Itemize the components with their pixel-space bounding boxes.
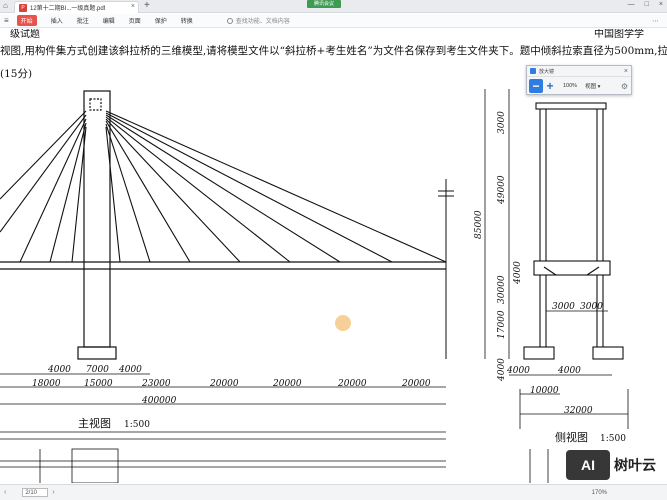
maximize-icon[interactable]: □ [645,1,649,8]
side-view [523,102,624,360]
prev-page-icon[interactable]: ‹ [4,489,6,496]
dim-front-6: 23000 [141,379,171,389]
tab-close-icon[interactable]: × [131,3,135,10]
tab-insert[interactable]: 插入 [51,16,63,25]
magnifier-close-icon[interactable]: × [624,68,628,75]
dim-v-5: 30000 [497,275,507,304]
dim-total: 400000 [141,396,177,406]
magnifier-panel[interactable]: 放大镜 × − + 100% 视图 ▾ ⚙ [526,65,632,95]
gear-icon[interactable]: ⚙ [621,82,628,91]
pylon-top-box [89,98,102,111]
foundation [77,346,117,360]
close-window-icon[interactable]: × [659,1,663,8]
dim-front-9: 20000 [337,379,367,389]
tab-annotate[interactable]: 批注 [77,16,89,25]
magnifier-logo-icon [530,68,536,74]
dim-front-1: 4000 [47,365,71,375]
tab-start[interactable]: 开始 [16,15,37,26]
menu-icon[interactable]: ≡ [4,16,9,25]
more-icon[interactable]: ⋯ [652,17,659,25]
document-canvas[interactable]: 级试题 中国图学学 视图,用构件集方式创建该斜拉桥的三维模型,请将模型文件以“斜… [0,29,667,483]
watermark-logo: AI [566,450,610,480]
cursor-highlight [335,315,351,331]
main-toolbar: ≡ 开始 插入 批注 编辑 页面 保护 转换 查找功能、文档内容 ⋯ [0,14,667,28]
dim-front-10: 20000 [401,379,431,389]
document-tab[interactable]: P 12第十二期BI...一级真题.pdf × [14,1,139,13]
dim-v-2: 49000 [497,175,507,205]
dim-front-7: 20000 [209,379,239,389]
status-bar: ‹ 2/10 › 170% [0,484,667,500]
tab-page[interactable]: 页面 [129,16,141,25]
dim-v-6: 17000 [497,310,507,339]
tab-bar: ⌂ P 12第十二期BI...一级真题.pdf × + 腾讯会议 — □ × [0,0,667,13]
minimize-icon[interactable]: — [628,1,635,8]
dim-front-8: 20000 [272,379,302,389]
magnifier-zoom-level: 100% [563,83,578,89]
zoom-level[interactable]: 170% [592,490,607,496]
search-icon [226,17,233,24]
bridge-drawing: 4000 7000 4000 18000 15000 23000 20000 2… [0,89,629,483]
zoom-in-button[interactable]: + [543,79,557,93]
tab-title: 12第十二期BI...一级真题.pdf [30,6,106,12]
dim-side-inner-2: 3000 [580,302,603,312]
front-view-label: 主视图 [78,416,111,430]
dim-v-3: 85000 [474,210,484,239]
dim-v-7: 4000 [497,358,507,382]
tab-convert[interactable]: 转换 [181,16,193,25]
dim-v-1: 3000 [497,111,507,134]
dim-front-2: 7000 [86,365,109,375]
magnifier-view-dropdown[interactable]: 视图 ▾ [585,82,600,90]
window-controls: — □ × [628,1,663,8]
dim-front-3: 4000 [118,365,142,375]
tab-edit[interactable]: 编辑 [103,16,115,25]
magnifier-title: 放大镜 [539,68,555,75]
side-view-label: 侧视图 [555,430,588,444]
magnifier-controls: − + 100% 视图 ▾ ⚙ [527,77,631,95]
home-icon[interactable]: ⌂ [3,1,8,10]
stay-cables [0,110,447,263]
page-number-input[interactable]: 2/10 [22,488,49,497]
zoom-out-button[interactable]: − [529,79,543,93]
dim-side-b1: 4000 [506,366,530,376]
search-box[interactable]: 查找功能、文档内容 [226,16,290,25]
dim-front-5: 15000 [84,379,113,389]
dim-v-4: 4000 [513,261,523,285]
magnifier-titlebar[interactable]: 放大镜 × [527,66,631,77]
side-view-scale: 1:500 [600,434,626,444]
dim-front-4: 18000 [32,379,61,389]
dim-side-b2: 4000 [557,366,581,376]
tab-protect[interactable]: 保护 [155,16,167,25]
watermark: AI 树叶云 [566,450,656,480]
search-placeholder: 查找功能、文档内容 [235,19,290,25]
front-view-scale: 1:500 [124,420,150,430]
pdf-icon: P [19,3,27,12]
dim-side-b3: 10000 [530,386,559,396]
next-page-icon[interactable]: › [52,489,54,496]
dim-side-b4: 32000 [564,406,593,416]
dim-side-inner-1: 3000 [552,302,575,312]
new-tab-button[interactable]: + [144,0,150,11]
watermark-text: 树叶云 [614,457,656,473]
meeting-button[interactable]: 腾讯会议 [307,0,341,8]
